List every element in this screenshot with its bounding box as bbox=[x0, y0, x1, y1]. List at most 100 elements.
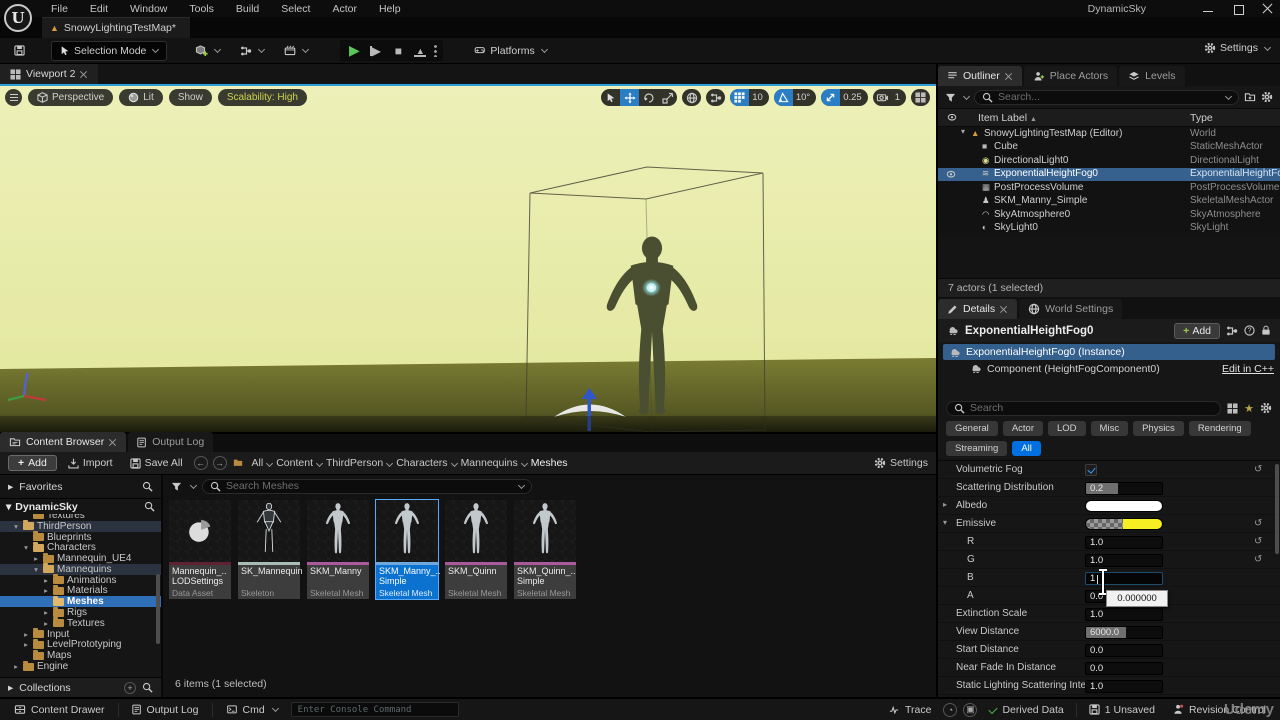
value-slider[interactable]: 0.2 bbox=[1085, 482, 1163, 495]
tab-world-settings[interactable]: World Settings bbox=[1019, 299, 1122, 319]
property-start-distance[interactable]: Start Distance0.0 bbox=[938, 641, 1280, 659]
asset-tile-mannequin-lodsettings[interactable]: Mannequin_..LODSettingsData Asset bbox=[168, 499, 232, 600]
asset-tile-skm-manny[interactable]: SKM_MannySkeletal Mesh bbox=[306, 499, 370, 600]
details-settings-icon[interactable] bbox=[1260, 402, 1272, 414]
cb-add-button[interactable]: +Add bbox=[8, 455, 57, 471]
outliner-search-input[interactable]: Search... bbox=[974, 90, 1239, 105]
details-scrollbar[interactable] bbox=[1275, 464, 1279, 554]
property-scattering-distribution[interactable]: Scattering Distribution0.2 bbox=[938, 479, 1280, 497]
tree-item-rigs[interactable]: ▸Rigs bbox=[0, 607, 161, 618]
menu-edit[interactable]: Edit bbox=[81, 1, 117, 17]
maximize-button[interactable] bbox=[1232, 4, 1244, 14]
stop-button[interactable]: ■ bbox=[388, 41, 408, 60]
rotate-tool-button[interactable] bbox=[639, 89, 658, 106]
checkbox[interactable] bbox=[1085, 464, 1097, 476]
create-folder-icon[interactable] bbox=[1244, 92, 1256, 103]
viewport-tab[interactable]: Viewport 2 bbox=[0, 64, 98, 84]
tab-levels[interactable]: Levels bbox=[1119, 66, 1184, 86]
asset-tile-skm-quinn[interactable]: SKM_QuinnSkeletal Mesh bbox=[444, 499, 508, 600]
type-column[interactable]: Type bbox=[1190, 112, 1213, 124]
search-icon[interactable] bbox=[142, 481, 153, 492]
outliner-row[interactable]: ◉DirectionalLight0DirectionalLight bbox=[938, 154, 1280, 168]
grid-snap-button[interactable] bbox=[730, 89, 749, 106]
trace-button[interactable]: Trace bbox=[882, 704, 937, 716]
filter-icon[interactable] bbox=[171, 481, 182, 492]
scale-tool-button[interactable] bbox=[658, 89, 677, 106]
add-actor-button[interactable] bbox=[189, 42, 226, 60]
help-icon[interactable]: ? bbox=[1244, 325, 1255, 336]
settings-dropdown[interactable]: Settings bbox=[1204, 42, 1270, 54]
surface-snapping-button[interactable] bbox=[706, 89, 725, 106]
value-field[interactable]: 1.0 bbox=[1085, 536, 1163, 549]
asset-tile-skm-manny-simple[interactable]: SKM_Manny_..SimpleSkeletal Mesh bbox=[375, 499, 439, 600]
viewport-canvas[interactable]: Perspective Lit Show Scalability: High 1… bbox=[0, 86, 936, 432]
tree-item-engine[interactable]: ▸Engine bbox=[0, 661, 161, 672]
close-button[interactable] bbox=[1262, 4, 1274, 14]
category-actor[interactable]: Actor bbox=[1003, 421, 1043, 436]
outliner-settings-icon[interactable] bbox=[1261, 91, 1273, 103]
reset-to-default-icon[interactable]: ↺ bbox=[1254, 554, 1262, 565]
save-button[interactable] bbox=[8, 42, 31, 59]
category-streaming[interactable]: Streaming bbox=[946, 441, 1007, 456]
save-all-button[interactable]: Save All bbox=[124, 454, 189, 472]
edit-in-cpp-link[interactable]: Edit in C++ bbox=[1222, 363, 1274, 375]
outliner-row[interactable]: ◠SkyAtmosphere0SkyAtmosphere bbox=[938, 208, 1280, 222]
add-collection-icon[interactable]: + bbox=[124, 682, 136, 694]
maximize-viewport-button[interactable] bbox=[911, 89, 930, 106]
property-extinction-scale[interactable]: Extinction Scale1.0 bbox=[938, 605, 1280, 623]
outliner-row[interactable]: ♟SKM_Manny_SimpleSkeletalMeshActor bbox=[938, 195, 1280, 209]
value-field[interactable]: 0.0 bbox=[1085, 662, 1163, 675]
tree-caret-icon[interactable]: ▾ bbox=[12, 522, 20, 531]
back-button[interactable]: ← bbox=[194, 456, 208, 470]
import-button[interactable]: Import bbox=[62, 454, 119, 472]
tab-details[interactable]: Details bbox=[938, 299, 1017, 319]
add-component-button[interactable]: +Add bbox=[1174, 323, 1220, 339]
tab-outliner[interactable]: Outliner bbox=[938, 66, 1022, 86]
show-dropdown[interactable]: Show bbox=[169, 89, 212, 106]
favorites-star-icon[interactable]: ★ bbox=[1244, 402, 1254, 415]
tree-caret-icon[interactable]: ▸ bbox=[42, 619, 50, 628]
property-albedo[interactable]: ▸Albedo bbox=[938, 497, 1280, 515]
console-command-input[interactable]: Enter Console Command bbox=[291, 702, 459, 717]
reset-to-default-icon[interactable]: ↺ bbox=[1254, 536, 1262, 547]
eye-icon[interactable] bbox=[945, 170, 957, 179]
scale-snap-button[interactable] bbox=[821, 89, 840, 106]
menu-actor[interactable]: Actor bbox=[323, 1, 366, 17]
close-icon[interactable] bbox=[1000, 305, 1008, 313]
selection-mode-dropdown[interactable]: Selection Mode bbox=[51, 41, 167, 61]
tree-caret-icon[interactable]: ▸ bbox=[22, 630, 30, 639]
filter-icon[interactable] bbox=[945, 92, 956, 103]
tab-content-browser[interactable]: Content Browser bbox=[0, 432, 126, 452]
details-component-row[interactable]: Component (HeightFogComponent0) Edit in … bbox=[938, 360, 1280, 377]
outliner-row[interactable]: ▦PostProcessVolumePostProcessVolume bbox=[938, 181, 1280, 195]
color-swatch[interactable] bbox=[1085, 500, 1163, 512]
reset-to-default-icon[interactable]: ↺ bbox=[1254, 464, 1262, 475]
select-tool-button[interactable] bbox=[601, 89, 620, 106]
cinematics-button[interactable] bbox=[278, 42, 314, 59]
tree-item-animations[interactable]: ▸Animations bbox=[0, 575, 161, 586]
world-local-toggle[interactable] bbox=[682, 89, 701, 106]
breadcrumb-thirdperson[interactable]: ThirdPerson bbox=[323, 457, 386, 469]
close-icon[interactable] bbox=[80, 70, 88, 78]
details-instance-row[interactable]: ExponentialHeightFog0 (Instance) bbox=[943, 344, 1275, 360]
property-static-lighting-scattering-intensi-[interactable]: Static Lighting Scattering Intensi...1.0 bbox=[938, 677, 1280, 695]
tree-root-dynamicsky[interactable]: ▾DynamicSky bbox=[0, 499, 161, 514]
eject-button[interactable]: ▲ bbox=[410, 41, 430, 60]
property-near-fade-in-distance[interactable]: Near Fade In Distance0.0 bbox=[938, 659, 1280, 677]
details-search-input[interactable]: Search bbox=[946, 401, 1221, 416]
tree-scrollbar[interactable] bbox=[156, 574, 160, 644]
search-icon[interactable] bbox=[144, 501, 155, 512]
tree-caret-icon[interactable]: ▾ bbox=[32, 565, 40, 574]
close-icon[interactable] bbox=[109, 438, 117, 446]
reset-to-default-icon[interactable]: ↺ bbox=[1254, 518, 1262, 529]
tree-caret-icon[interactable]: ▸ bbox=[42, 586, 50, 595]
value-field[interactable]: 1.0 bbox=[1085, 680, 1163, 693]
camera-speed-value[interactable]: 1 bbox=[892, 92, 906, 103]
blueprints-button[interactable] bbox=[234, 42, 270, 60]
property-g[interactable]: G1.0↺ bbox=[938, 551, 1280, 569]
tree-caret-icon[interactable]: ▾ bbox=[22, 543, 30, 552]
tree-item-characters[interactable]: ▾Characters bbox=[0, 542, 161, 553]
property-volumetric-fog[interactable]: Volumetric Fog↺ bbox=[938, 461, 1280, 479]
insights-icon[interactable]: ◔ bbox=[943, 703, 957, 717]
property-emissive[interactable]: ▾Emissive↺ bbox=[938, 515, 1280, 533]
